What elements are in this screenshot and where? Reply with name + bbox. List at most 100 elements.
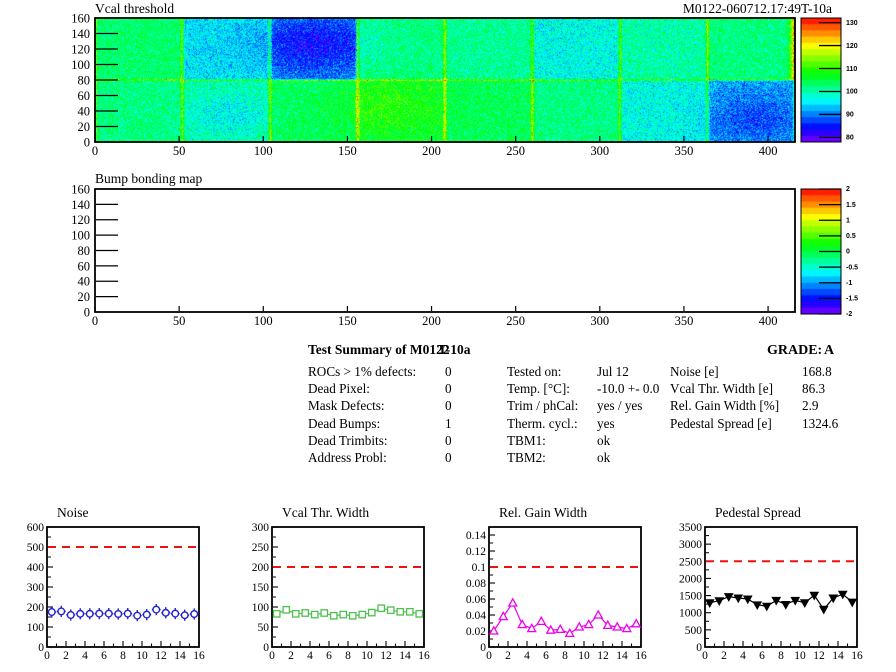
rel-gain-width-per-roc-ytick-label: 0.08 <box>466 578 486 590</box>
rel-gain-width-per-roc-ytick-label: 0.04 <box>466 610 486 622</box>
pedestal-spread-per-roc-ytick-label: 2000 <box>679 573 702 585</box>
vcal-thr-width-per-roc-xtick-label: 4 <box>307 650 313 662</box>
summary-title: Test Summary of M0122 <box>308 342 450 357</box>
vcal-thr-width-per-roc-marker <box>377 604 386 613</box>
noise-per-roc-xtick-label: 8 <box>120 650 126 662</box>
pedestal-chart-title: Pedestal Spread <box>715 505 801 520</box>
pedestal-spread-per-roc-marker <box>809 591 820 601</box>
bump-bonding-map-xtick-label: 350 <box>675 314 694 328</box>
vcal-thr-width-per-roc-marker <box>291 609 300 618</box>
rel-gain-width-per-roc-marker <box>536 615 547 626</box>
summary-value: -10.0 +- 0.0 <box>597 381 660 397</box>
noise-per-roc-xtick-label: 0 <box>44 650 50 662</box>
summary-value: 1324.6 <box>802 415 839 431</box>
rel-gain-width-per-roc-xtick-label: 2 <box>505 650 511 662</box>
pedestal-spread-per-roc-xtick-label: 12 <box>813 650 825 662</box>
grade-label: GRADE: <box>767 343 823 358</box>
rel-gain-width-per-roc-xtick-label: 14 <box>616 650 628 662</box>
vcal-threshold-map-ytick-label: 160 <box>71 11 90 25</box>
pedestal-spread-per-roc-marker <box>704 599 715 609</box>
pedestal-spread-per-roc-marker <box>752 601 763 611</box>
pedestal-spread-per-roc-marker <box>714 597 725 606</box>
noise-per-roc-ytick-label: 600 <box>27 522 45 534</box>
summary-label: Address Probl: <box>308 450 387 465</box>
vcal-thr-width-per-roc-marker <box>348 611 357 620</box>
pedestal-spread-per-roc-xtick-label: 16 <box>851 650 863 662</box>
pedestal-spread-per-roc-series-line <box>709 593 853 611</box>
pedestal-spread-per-roc-marker <box>790 596 801 606</box>
summary-label: Dead Trimbits: <box>308 432 388 448</box>
vcal-thr-width-per-roc-marker <box>272 609 281 618</box>
bump-bonding-map-ytick-label: 40 <box>78 275 91 289</box>
bump-bonding-map-ytick-label: 120 <box>71 213 90 227</box>
summary-label: Tested on: <box>507 364 562 379</box>
summary-label: Noise [e] <box>670 364 719 379</box>
vcal-thr-width-per-roc-ytick-label: 50 <box>258 622 270 634</box>
bump-bonding-map-xtick-label: 200 <box>422 314 441 328</box>
pedestal-spread-per-roc-marker <box>761 602 772 612</box>
vcal-thr-width-per-roc-marker <box>367 608 376 617</box>
summary-value: 86.3 <box>802 381 826 397</box>
rel-gain-width-per-roc-ytick-label: 0.1 <box>472 562 487 574</box>
pedestal-spread-per-roc-xtick-label: 6 <box>759 650 765 662</box>
bump-colorbar <box>801 189 841 314</box>
bump-bonding-map-frame <box>94 188 796 313</box>
vcal-threshold-map-colorbar-label: 100 <box>846 89 858 96</box>
summary-label: Therm. cycl.: <box>507 415 578 431</box>
vcal-thr-width-per-roc-ytick-label: 150 <box>252 582 270 594</box>
vcal-threshold-map-colorbar-label: 130 <box>846 20 858 27</box>
vcal-threshold-map-xtick-label: 300 <box>590 144 609 158</box>
noise-per-roc-marker <box>190 610 199 619</box>
rel-gain-width-per-roc-marker <box>593 609 604 619</box>
rel-gain-width-per-roc-marker <box>545 624 556 634</box>
summary-label: Mask Defects: <box>308 398 385 414</box>
noise-per-roc-marker <box>95 609 104 618</box>
noise-per-roc-frame <box>46 526 200 648</box>
rel-gain-width-per-roc-marker <box>498 611 509 621</box>
vcal-thr-width-per-roc-xtick-label: 8 <box>345 650 351 662</box>
noise-per-roc-ytick-label: 300 <box>27 582 45 594</box>
summary-label: Dead Bumps: <box>308 415 381 431</box>
rel-gain-width-per-roc-marker <box>507 597 518 607</box>
bump-bonding-map-xtick-label: 300 <box>590 314 609 328</box>
noise-per-roc-marker <box>66 611 75 620</box>
vcal-thr-width-per-roc-ytick-label: 200 <box>252 562 270 574</box>
pedestal-spread-per-roc-xtick-label: 4 <box>740 650 746 662</box>
rel-gain-width-per-roc-ytick-label: 0.12 <box>466 546 486 558</box>
bump-bonding-map-ytick-label: 160 <box>71 182 90 196</box>
bump-bonding-map-colorbar-label: -1.5 <box>846 296 858 303</box>
vcal-threshold-map-ytick-label: 140 <box>71 27 90 41</box>
vcal-thr-width-per-roc-marker <box>282 605 291 614</box>
summary-label: Pedestal Spread [e] <box>670 415 772 431</box>
noise-per-roc-marker <box>104 609 113 618</box>
vcal-thr-width-per-roc-marker <box>301 609 310 617</box>
summary-value: 1 <box>445 415 452 431</box>
bump-bonding-map-ytick-label: 80 <box>78 244 91 258</box>
bump-bonding-map-colorbar-label: 0 <box>846 249 850 256</box>
module-test-report-page: Vcal threshold M0122-060712.17:49T-10a B… <box>0 0 896 672</box>
rel-gain-width-per-roc-xtick-label: 4 <box>524 650 530 662</box>
vcal-thr-width-per-roc-xtick-label: 10 <box>361 650 373 662</box>
summary-value: Jul 12 <box>597 364 629 379</box>
vcal-threshold-map-colorbar-label: 90 <box>846 112 854 119</box>
pedestal-spread-per-roc-marker <box>837 590 848 600</box>
summary-label: Trim / phCal: <box>507 398 579 414</box>
vcal-thr-width-per-roc-marker <box>386 606 395 615</box>
rel-gain-width-per-roc-marker <box>621 623 632 633</box>
summary-subtitle: T-10a <box>438 342 471 357</box>
vcal-thr-width-per-roc-xtick-label: 14 <box>399 650 411 662</box>
vcal-threshold-map-xtick-label: 400 <box>759 144 778 158</box>
rel-gain-width-per-roc-xtick-label: 16 <box>635 650 647 662</box>
rel-gain-width-per-roc-marker <box>488 625 499 635</box>
vcal-thr-width-per-roc-marker <box>339 610 348 619</box>
noise-per-roc-xtick-label: 6 <box>101 650 107 662</box>
rel-gain-width-per-roc-ytick-label: 0.06 <box>466 594 486 606</box>
rel-gain-width-per-roc-marker <box>631 618 642 628</box>
summary-label: Rel. Gain Width [%] <box>670 398 780 414</box>
grade-value: A <box>824 343 835 358</box>
noise-per-roc-marker <box>123 609 132 618</box>
vcal-map-title: Vcal threshold <box>95 1 175 16</box>
noise-per-roc-xtick-label: 4 <box>82 650 88 662</box>
pedestal-spread-per-roc-ytick-label: 500 <box>685 625 703 637</box>
pedestal-spread-per-roc-marker <box>818 605 829 615</box>
